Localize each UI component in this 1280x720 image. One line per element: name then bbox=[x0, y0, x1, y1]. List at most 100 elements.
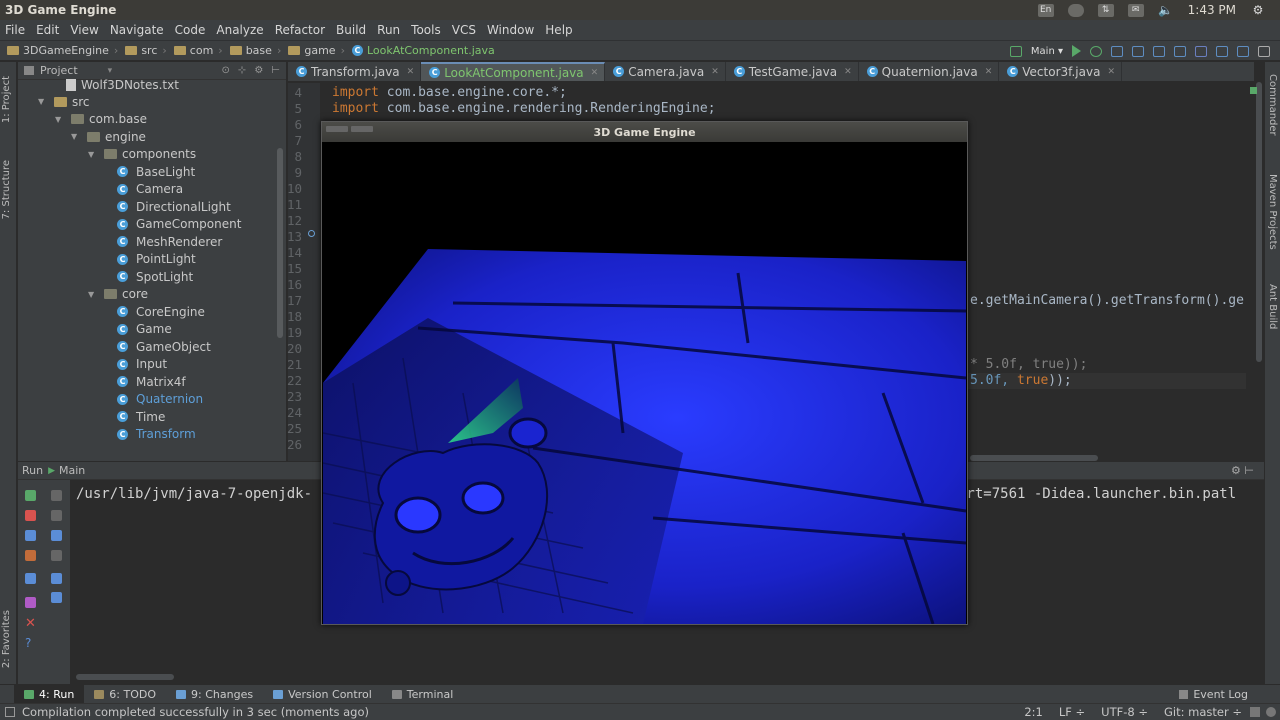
tree-item-pointlight[interactable]: C PointLight bbox=[117, 251, 196, 268]
tree-item-src[interactable]: ▼ src bbox=[38, 93, 90, 110]
game-viewport[interactable] bbox=[323, 143, 966, 624]
tree-item-coreengine[interactable]: C CoreEngine bbox=[117, 303, 205, 320]
bottom-tab-9-changes[interactable]: 9: Changes bbox=[166, 685, 263, 704]
power-icon[interactable]: ⚙ bbox=[1250, 3, 1266, 17]
menu-view[interactable]: View bbox=[65, 23, 104, 37]
cloud-icon[interactable] bbox=[1067, 3, 1084, 17]
close-icon[interactable]: ✕ bbox=[25, 617, 36, 630]
close-tab-icon[interactable]: ✕ bbox=[407, 67, 415, 77]
tree-item-quaternion[interactable]: C Quaternion bbox=[117, 391, 203, 408]
menu-code[interactable]: Code bbox=[170, 23, 212, 37]
menu-tools[interactable]: Tools bbox=[406, 23, 447, 37]
tool-tab-structure[interactable]: 7: Structure bbox=[1, 160, 12, 219]
run-tab-main[interactable]: Main bbox=[59, 464, 85, 477]
debug-icon[interactable] bbox=[1090, 45, 1102, 57]
dump-threads-icon[interactable] bbox=[25, 550, 36, 561]
expand-arrow-icon[interactable]: ▼ bbox=[71, 132, 79, 141]
bottom-tab-version-control[interactable]: Version Control bbox=[263, 685, 382, 704]
editor-tab-testgame-java[interactable]: C TestGame.java ✕ bbox=[726, 62, 859, 81]
close-tab-icon[interactable]: ✕ bbox=[591, 68, 599, 78]
tree-item-gamecomponent[interactable]: C GameComponent bbox=[117, 216, 241, 233]
window-close-button[interactable] bbox=[326, 126, 348, 132]
event-log-tab[interactable]: Event Log bbox=[1179, 688, 1248, 701]
expand-arrow-icon[interactable]: ▼ bbox=[55, 115, 63, 124]
clear-all-icon[interactable] bbox=[51, 592, 62, 603]
expand-arrow-icon[interactable]: ▼ bbox=[88, 150, 96, 159]
vcs-commit-icon[interactable] bbox=[1153, 45, 1165, 57]
menu-help[interactable]: Help bbox=[540, 23, 578, 37]
menu-build[interactable]: Build bbox=[331, 23, 372, 37]
breadcrumb-game[interactable]: game › bbox=[281, 44, 345, 57]
menu-navigate[interactable]: Navigate bbox=[105, 23, 170, 37]
tree-item-meshrenderer[interactable]: C MeshRenderer bbox=[117, 233, 222, 250]
breadcrumb-base[interactable]: base › bbox=[223, 44, 281, 57]
vcs-branch[interactable]: Git: master ÷ bbox=[1164, 705, 1242, 719]
close-tab-icon[interactable]: ✕ bbox=[844, 67, 852, 77]
bottom-tab-6-todo[interactable]: 6: TODO bbox=[84, 685, 166, 704]
tool-tab-favorites[interactable]: 2: Favorites bbox=[1, 610, 12, 668]
caret-position[interactable]: 2:1 bbox=[1024, 705, 1043, 719]
pin-icon[interactable] bbox=[25, 597, 36, 608]
window-minimize-button[interactable] bbox=[351, 126, 373, 132]
editor-tab-transform-java[interactable]: C Transform.java ✕ bbox=[288, 62, 422, 81]
hide-icon[interactable]: ⊢ bbox=[271, 65, 280, 76]
scroll-up-icon[interactable] bbox=[51, 490, 62, 501]
bottom-tab-4-run[interactable]: 4: Run bbox=[14, 684, 85, 704]
file-encoding[interactable]: UTF-8 ÷ bbox=[1101, 705, 1148, 719]
close-tab-icon[interactable]: ✕ bbox=[711, 67, 719, 77]
rerun-icon[interactable] bbox=[25, 490, 36, 501]
vcs-update-icon[interactable] bbox=[1132, 45, 1144, 57]
editor-tab-vector3f-java[interactable]: C Vector3f.java ✕ bbox=[999, 62, 1122, 81]
mail-icon[interactable]: ✉ bbox=[1127, 3, 1144, 17]
close-tab-icon[interactable]: ✕ bbox=[1107, 67, 1115, 77]
tree-item-baselight[interactable]: C BaseLight bbox=[117, 163, 195, 180]
tool-tab-maven[interactable]: Maven Projects bbox=[1267, 174, 1278, 250]
run-config-select[interactable]: Main ▾ bbox=[1031, 46, 1063, 57]
menu-refactor[interactable]: Refactor bbox=[270, 23, 331, 37]
tree-item-spotlight[interactable]: C SpotLight bbox=[117, 268, 193, 285]
help-icon[interactable]: ? bbox=[25, 637, 36, 649]
menu-run[interactable]: Run bbox=[372, 23, 406, 37]
soft-wrap-icon[interactable] bbox=[51, 530, 62, 541]
bottom-tab-terminal[interactable]: Terminal bbox=[382, 685, 464, 704]
game-window-titlebar[interactable]: 3D Game Engine bbox=[322, 122, 967, 142]
tree-item-time[interactable]: C Time bbox=[117, 408, 165, 425]
sync-icon[interactable]: ⊙ bbox=[222, 65, 230, 76]
run-icon[interactable] bbox=[1072, 45, 1081, 57]
editor-h-scrollbar[interactable] bbox=[970, 455, 1098, 461]
override-marker-icon[interactable] bbox=[308, 230, 315, 237]
structure-icon[interactable] bbox=[1237, 45, 1249, 57]
tree-item-components[interactable]: ▼ components bbox=[88, 146, 196, 163]
menu-analyze[interactable]: Analyze bbox=[211, 23, 269, 37]
keyboard-layout-indicator[interactable]: En bbox=[1037, 3, 1054, 17]
run-output-scrollbar[interactable] bbox=[76, 674, 174, 680]
volume-icon[interactable]: 🔈 bbox=[1158, 3, 1174, 17]
menu-window[interactable]: Window bbox=[482, 23, 540, 37]
tree-item-wolf3dnotes-txt[interactable]: Wolf3DNotes.txt bbox=[66, 76, 179, 93]
tool-tab-project[interactable]: 1: Project bbox=[1, 76, 12, 123]
breadcrumb-src[interactable]: src › bbox=[118, 44, 167, 57]
breadcrumb-file[interactable]: C LookAtComponent.java bbox=[345, 44, 495, 57]
game-window[interactable]: 3D Game Engine bbox=[321, 121, 968, 625]
layout-icon[interactable] bbox=[25, 573, 36, 584]
tree-item-camera[interactable]: C Camera bbox=[117, 181, 183, 198]
pause-icon[interactable] bbox=[25, 530, 36, 541]
editor-scrollbar[interactable] bbox=[1254, 62, 1264, 461]
tree-item-matrix4f[interactable]: C Matrix4f bbox=[117, 373, 186, 390]
revert-icon[interactable] bbox=[1195, 45, 1207, 57]
expand-arrow-icon[interactable]: ▼ bbox=[88, 290, 96, 299]
clock[interactable]: 1:43 PM bbox=[1188, 3, 1236, 17]
tree-item-core[interactable]: ▼ core bbox=[88, 286, 148, 303]
tree-item-game[interactable]: C Game bbox=[117, 321, 172, 338]
tree-item-directionallight[interactable]: C DirectionalLight bbox=[117, 198, 231, 215]
toggle-tool-windows-icon[interactable] bbox=[5, 707, 15, 717]
editor-tab-quaternion-java[interactable]: C Quaternion.java ✕ bbox=[859, 62, 1000, 81]
collapse-icon[interactable]: ⊹ bbox=[238, 65, 246, 76]
inspector-icon[interactable] bbox=[1266, 707, 1276, 717]
tool-tab-ant[interactable]: Ant Build bbox=[1267, 284, 1278, 329]
settings-icon[interactable] bbox=[1216, 45, 1228, 57]
tree-item-com-base[interactable]: ▼ com.base bbox=[55, 111, 147, 128]
close-tab-icon[interactable]: ✕ bbox=[985, 67, 993, 77]
menu-edit[interactable]: Edit bbox=[31, 23, 65, 37]
breadcrumb-com[interactable]: com › bbox=[167, 44, 223, 57]
